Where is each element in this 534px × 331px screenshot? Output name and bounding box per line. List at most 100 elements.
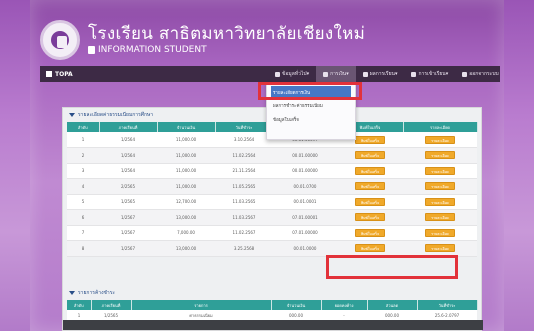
caret-down-icon: [69, 291, 75, 295]
school-logo: [40, 20, 80, 60]
footer-bar: [63, 320, 483, 330]
column-header: วันที่ชำระ: [215, 122, 274, 132]
outstanding-section: รายการค้างชำระ ลำดับ ภาคเรียนที่ รายการ …: [63, 286, 483, 323]
dropdown-item-receipt-info[interactable]: ข้อมูลใบเสร็จ: [267, 112, 355, 126]
cell-amount: 11,000.00: [157, 147, 215, 164]
section2-title: รายการค้างชำระ: [63, 286, 483, 300]
cell-print: พิมพ์ใบเสร็จ: [337, 225, 403, 241]
subtitle: INFORMATION STUDENT: [88, 44, 365, 56]
column-header: ภาคเรียนที่: [99, 122, 158, 132]
header-titles: โรงเรียน สาธิตมหาวิทยาลัยเชียงใหม่ INFOR…: [88, 24, 365, 56]
detail-button[interactable]: รายละเอียด: [425, 197, 455, 206]
cell-detail: รายละเอียด: [403, 194, 477, 210]
cell-no: 7: [67, 225, 99, 241]
cell-no: 1: [67, 132, 99, 148]
detail-button[interactable]: รายละเอียด: [425, 182, 455, 191]
nav-label: ออกจากระบบ: [469, 71, 499, 77]
detail-button[interactable]: รายละเอียด: [425, 244, 455, 253]
cell-amount: 11,000.00: [157, 132, 215, 148]
nav-general[interactable]: ข้อมูลทั่วไป ▾: [268, 66, 316, 82]
school-name: โรงเรียน สาธิตมหาวิทยาลัยเชียงใหม่: [88, 24, 366, 44]
navbar: TOPA ข้อมูลทั่วไป ▾ การเงิน ▾ ผลการเรียน…: [40, 66, 500, 82]
cell-no: 8: [67, 240, 99, 257]
nav-logout[interactable]: ออกจากระบบ: [455, 66, 506, 82]
cell-receipt: 07.01.00000: [273, 225, 337, 241]
nav-attendance[interactable]: การเข้าเรียน ▾: [404, 66, 455, 82]
table-header-row: ลำดับ ภาคเรียนที่ รายการ จำนวนเงิน ยอดคง…: [67, 300, 478, 310]
cell-no: 3: [67, 163, 99, 179]
column-header: ลำดับ: [67, 122, 100, 132]
cell-detail: รายละเอียด: [403, 240, 477, 257]
cell-term: 1/2565: [99, 194, 157, 210]
cell-date: 3.10.2564: [215, 132, 273, 148]
print-receipt-button[interactable]: พิมพ์ใบเสร็จ: [355, 151, 385, 160]
subtitle-text: INFORMATION STUDENT: [98, 45, 207, 55]
calendar-icon: [411, 71, 417, 77]
nav-finance[interactable]: การเงิน ▾: [316, 66, 356, 82]
print-receipt-button[interactable]: พิมพ์ใบเสร็จ: [355, 197, 385, 206]
detail-button[interactable]: รายละเอียด: [425, 135, 455, 144]
print-receipt-button[interactable]: พิมพ์ใบเสร็จ: [355, 135, 385, 144]
print-receipt-button[interactable]: พิมพ์ใบเสร็จ: [355, 213, 385, 222]
cell-term: 2/2565: [99, 178, 157, 195]
cell-print: พิมพ์ใบเสร็จ: [337, 194, 403, 210]
cell-detail: รายละเอียด: [403, 178, 477, 195]
cell-no: 6: [67, 209, 99, 226]
cell-date: 3.25.2568: [215, 240, 273, 257]
cell-amount: 11,000.00: [157, 163, 215, 179]
fees-table: ลำดับ ภาคเรียนที่ จำนวนเงิน วันที่ชำระ เ…: [67, 122, 478, 257]
section1-title-text: รายละเอียดค่าธรรมเนียมการศึกษา: [78, 112, 154, 118]
column-header: จำนวนเงิน: [271, 300, 322, 310]
cell-no: 5: [67, 194, 99, 210]
wallet-icon: [323, 71, 329, 77]
detail-button[interactable]: รายละเอียด: [425, 151, 455, 160]
column-header: ส่วนลด: [367, 300, 418, 310]
nav-menu: ข้อมูลทั่วไป ▾ การเงิน ▾ ผลการเรียน ▾ กา…: [268, 66, 506, 82]
site-header: โรงเรียน สาธิตมหาวิทยาลัยเชียงใหม่ INFOR…: [40, 18, 365, 62]
detail-button[interactable]: รายละเอียด: [425, 228, 455, 237]
caret-down-icon: [69, 113, 75, 117]
brand-label: TOPA: [55, 70, 73, 78]
cell-detail: รายละเอียด: [403, 225, 477, 241]
highlight-box-menu: [258, 82, 362, 100]
print-receipt-button[interactable]: พิมพ์ใบเสร็จ: [355, 166, 385, 175]
dropdown-item-payment-result[interactable]: ผลการชำระค่าธรรมเนียม: [267, 98, 355, 112]
document-icon: [88, 46, 95, 54]
user-icon: [275, 71, 280, 77]
cell-print: พิมพ์ใบเสร็จ: [337, 147, 403, 164]
cell-amount: 7,000.00: [157, 225, 215, 241]
cell-date: 11.03.2567: [215, 209, 273, 226]
column-header: จำนวนเงิน: [157, 122, 216, 132]
cell-receipt: 00.01.0000: [273, 240, 337, 257]
detail-button[interactable]: รายละเอียด: [425, 166, 455, 175]
cell-print: พิมพ์ใบเสร็จ: [337, 178, 403, 195]
column-header: ลำดับ: [67, 300, 92, 310]
cell-term: 1/2564: [99, 147, 157, 164]
print-receipt-button[interactable]: พิมพ์ใบเสร็จ: [355, 182, 385, 191]
nav-label: การเข้าเรียน: [418, 71, 446, 77]
cell-print: พิมพ์ใบเสร็จ: [337, 209, 403, 226]
print-receipt-button[interactable]: พิมพ์ใบเสร็จ: [355, 244, 385, 253]
cell-date: 11.02.2564: [215, 147, 273, 164]
table-row: 3 1/2564 11,000.00 21.11.2564 00.01.0000…: [67, 163, 477, 179]
cell-amount: 12,700.00: [157, 194, 215, 210]
cell-detail: รายละเอียด: [403, 209, 477, 226]
cell-term: 1/2564: [99, 132, 157, 148]
cell-date: 11.02.2567: [215, 225, 273, 241]
brand-link[interactable]: TOPA: [46, 71, 73, 78]
book-icon: [362, 71, 368, 77]
cell-receipt: 00.01.0700: [273, 178, 337, 195]
cell-date: 21.11.2564: [215, 163, 273, 179]
table-row: 8 1/2567 13,000.00 3.25.2568 00.01.0000 …: [67, 240, 477, 257]
nav-grades[interactable]: ผลการเรียน ▾: [356, 66, 405, 82]
cell-amount: 11,000.00: [157, 178, 215, 195]
highlight-box-buttons: [326, 255, 458, 279]
home-icon: [46, 71, 52, 77]
content-panel: รายละเอียดค่าธรรมเนียมการศึกษา ลำดับ ภาค…: [62, 107, 483, 331]
print-receipt-button[interactable]: พิมพ์ใบเสร็จ: [355, 228, 385, 237]
detail-button[interactable]: รายละเอียด: [425, 213, 455, 222]
nav-label: ข้อมูลทั่วไป: [282, 71, 307, 77]
column-header: ภาคเรียนที่: [91, 300, 132, 310]
cell-term: 1/2564: [99, 163, 157, 179]
logout-icon: [462, 71, 468, 77]
